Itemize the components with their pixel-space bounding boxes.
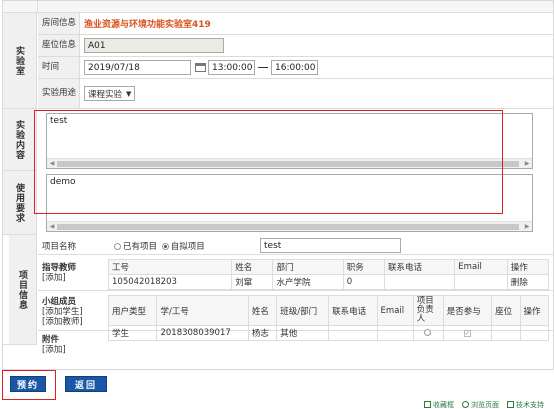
footer-item[interactable]: 收藏框 [424,400,454,409]
header-cell: 用户类型 [107,295,158,326]
scroll-right-icon[interactable]: ▶ [522,159,532,169]
header-cell: 操作 [519,295,550,326]
header-cell: 是否参与 [442,295,493,326]
add-attachment-link[interactable]: [添加] [42,345,66,355]
chevron-down-icon: ▼ [126,89,132,98]
header-cell: 学/工号 [156,295,249,326]
radio-custom[interactable] [161,243,169,250]
end-time-input[interactable]: 16:00:00 [271,60,318,75]
teacher-label: 指导教师 [42,263,77,273]
requirement-textarea[interactable]: demo ◀ ▶ [46,174,533,232]
header-cell: Email [376,295,414,326]
header-cell: 职务 [342,259,385,275]
footer-item[interactable]: 技术支持 [507,400,544,409]
browse-icon [462,401,469,408]
teacher-table-header: 工号 姓名 部门 职务 联系电话 Email 操作 [107,259,550,275]
room-name: 渔业资源与环境功能实验室419 [84,20,211,30]
content-scrollbar[interactable]: ◀ ▶ [47,158,532,168]
header-row [3,1,553,13]
add-teacher-link[interactable]: [添加] [42,273,66,283]
radio-existing[interactable] [114,243,121,250]
table-cell: 水产学院 [272,274,344,290]
table-cell: 刘窜 [231,274,274,290]
header-cell: 操作 [506,259,550,275]
table-cell: 0 [342,274,385,290]
attachment-row: 附件 [添加] [38,331,553,357]
table-cell [383,274,456,290]
members-label-cell: 小组成员 [添加学生] [添加教师] [38,291,101,330]
add-student-link[interactable]: [添加学生] [42,307,83,317]
table-row: 105042018203 刘窜 水产学院 0 删除 [107,274,550,290]
attachment-label-cell: 附件 [添加] [38,331,101,357]
content-textarea[interactable]: test ◀ ▶ [46,113,533,169]
header-cell: 联系电话 [328,295,378,326]
seat-input: A01 [84,38,224,53]
teacher-row: 指导教师 [添加] 工号 姓名 部门 职务 联系电话 Email 操作 1050420182… [38,255,553,291]
footer-item[interactable]: 浏览页面 [462,400,499,409]
purpose-select-value: 课程实验 [88,89,123,100]
back-button[interactable]: 返回 [65,376,107,392]
project-section: 项目名称 已有项目 自拟项目 test 指导教师 [添加] 工号 姓名 部门 职务 联系… [38,235,553,355]
content-section-label: 实验内容 [3,109,37,171]
table-cell [454,274,508,290]
requirement-section-label: 使用要求 [3,171,37,235]
attachment-label: 附件 [42,335,60,345]
purpose-label: 实验用途 [38,79,80,108]
purpose-select[interactable]: 课程实验 ▼ [84,86,136,101]
scroll-left-icon[interactable]: ◀ [47,159,57,169]
range-dash [258,67,268,68]
support-icon [507,401,514,408]
calendar-icon[interactable] [195,63,206,72]
members-row: 小组成员 [添加学生] [添加教师] 用户类型 学/工号 姓名 班级/部门 联系电话 Em… [38,291,553,341]
scroll-right-icon[interactable]: ▶ [522,222,532,232]
header-cell: 部门 [272,259,344,275]
project-name-row: 项目名称 已有项目 自拟项目 test [38,235,553,255]
table-cell: 105042018203 [107,274,233,290]
header-cell: 班级/部门 [276,295,330,326]
members-label: 小组成员 [42,297,77,307]
option-custom-label: 自拟项目 [170,242,205,252]
option-existing-label: 已有项目 [123,242,158,252]
room-label: 房间信息 [38,13,80,34]
delete-link[interactable]: 删除 [506,274,550,290]
seat-label: 座位信息 [38,35,80,56]
reservation-form: 实验室 房间信息 渔业资源与环境功能实验室419 座位信息 A01 时间 201… [2,0,554,370]
header-cell: 项目负责人 [412,295,444,326]
members-table-header: 用户类型 学/工号 姓名 班级/部门 联系电话 Email 项目负责人 是否参与 座位 操作 [107,295,550,326]
button-bar: 预约 返回 [2,370,554,395]
seat-row: 座位信息 A01 [38,35,553,57]
header-cell: 姓名 [247,295,278,326]
header-cell: 工号 [107,259,233,275]
reserve-button[interactable]: 预约 [10,376,46,392]
header-cell: 姓名 [231,259,274,275]
time-label: 时间 [38,57,80,78]
project-name-input[interactable]: test [260,238,401,253]
scroll-left-icon[interactable]: ◀ [47,222,57,232]
start-time-input[interactable]: 13:00:00 [208,60,255,75]
content-text: test [50,116,68,126]
date-input[interactable]: 2019/07/18 [84,60,191,75]
lab-section-label: 实验室 [3,13,37,109]
time-row: 时间 2019/07/18 13:00:00 16:00:00 [38,57,553,79]
room-row: 房间信息 渔业资源与环境功能实验室419 [38,13,553,35]
requirement-scrollbar[interactable]: ◀ ▶ [47,221,532,231]
header-cell: 联系电话 [383,259,456,275]
header-cell: Email [454,259,508,275]
project-section-label: 项目信息 [9,235,37,345]
footer-links: 收藏框 浏览页面 技术支持 [424,400,544,409]
header-cell: 座位 [491,295,521,326]
favorites-icon [424,401,431,408]
project-type-options: 已有项目 自拟项目 [114,240,205,252]
teacher-table: 工号 姓名 部门 职务 联系电话 Email 操作 105042018203 刘窜 水产学院 0 删… [107,259,550,290]
requirement-text: demo [50,177,76,187]
teacher-label-cell: 指导教师 [添加] [38,255,101,290]
purpose-row: 实验用途 课程实验 ▼ [38,79,553,109]
add-member-teacher-link[interactable]: [添加教师] [42,317,83,327]
